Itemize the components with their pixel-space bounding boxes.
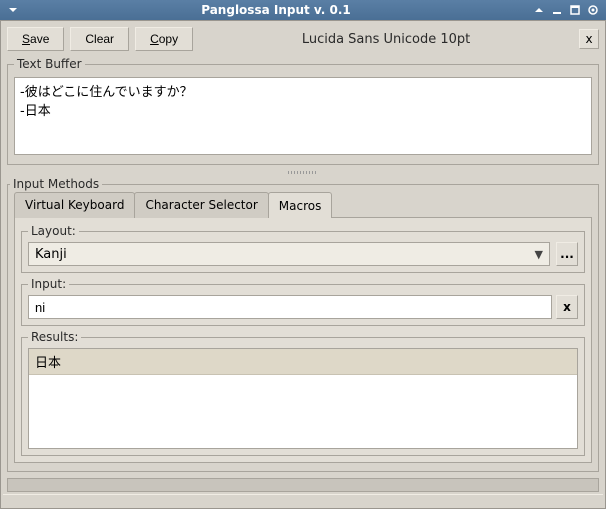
titlebar[interactable]: Panglossa Input v. 0.1	[0, 0, 606, 20]
splitter-grip[interactable]	[3, 169, 603, 175]
copy-button[interactable]: Copy	[135, 27, 193, 51]
input-clear-button[interactable]: x	[556, 295, 578, 319]
text-buffer-fieldset: Text Buffer	[7, 57, 599, 165]
tab-virtual-keyboard[interactable]: Virtual Keyboard	[14, 192, 135, 218]
list-item[interactable]: 日本	[29, 349, 577, 375]
clear-button[interactable]: Clear	[70, 27, 129, 51]
macro-input[interactable]	[28, 295, 552, 319]
results-list[interactable]: 日本	[28, 348, 578, 449]
tab-bar: Virtual Keyboard Character Selector Macr…	[14, 192, 592, 218]
rollup-icon[interactable]	[532, 3, 546, 17]
tab-macros[interactable]: Macros	[268, 192, 333, 218]
input-methods-fieldset: Input Methods Virtual Keyboard Character…	[7, 177, 599, 472]
macros-panel: Layout: Kanji ▼ ... Input: x	[14, 217, 592, 463]
layout-select[interactable]: Kanji ▼	[28, 242, 550, 266]
toolbar: Save Clear Copy Lucida Sans Unicode 10pt…	[3, 23, 603, 55]
input-legend: Input:	[28, 277, 69, 291]
input-methods-legend: Input Methods	[10, 177, 102, 191]
layout-fieldset: Layout: Kanji ▼ ...	[21, 224, 585, 273]
text-buffer-textarea[interactable]	[14, 77, 592, 155]
results-fieldset: Results: 日本	[21, 330, 585, 456]
save-button[interactable]: Save	[7, 27, 64, 51]
font-label: Lucida Sans Unicode 10pt	[199, 32, 573, 47]
tab-character-selector[interactable]: Character Selector	[134, 192, 268, 218]
app-window: Panglossa Input v. 0.1 Save Clear Copy L…	[0, 0, 606, 509]
client-area: Save Clear Copy Lucida Sans Unicode 10pt…	[0, 20, 606, 509]
layout-legend: Layout:	[28, 224, 79, 238]
chevron-down-icon: ▼	[535, 248, 543, 261]
text-buffer-legend: Text Buffer	[14, 57, 85, 71]
toolbar-close-button[interactable]: x	[579, 29, 599, 49]
input-fieldset: Input: x	[21, 277, 585, 326]
results-legend: Results:	[28, 330, 81, 344]
statusbar	[3, 494, 603, 506]
layout-select-value: Kanji	[35, 247, 67, 262]
close-window-icon[interactable]	[586, 3, 600, 17]
maximize-icon[interactable]	[568, 3, 582, 17]
horizontal-scrollbar[interactable]	[7, 478, 599, 492]
minimize-icon[interactable]	[550, 3, 564, 17]
menu-icon[interactable]	[6, 3, 20, 17]
window-title: Panglossa Input v. 0.1	[22, 3, 530, 17]
layout-more-button[interactable]: ...	[556, 242, 578, 266]
